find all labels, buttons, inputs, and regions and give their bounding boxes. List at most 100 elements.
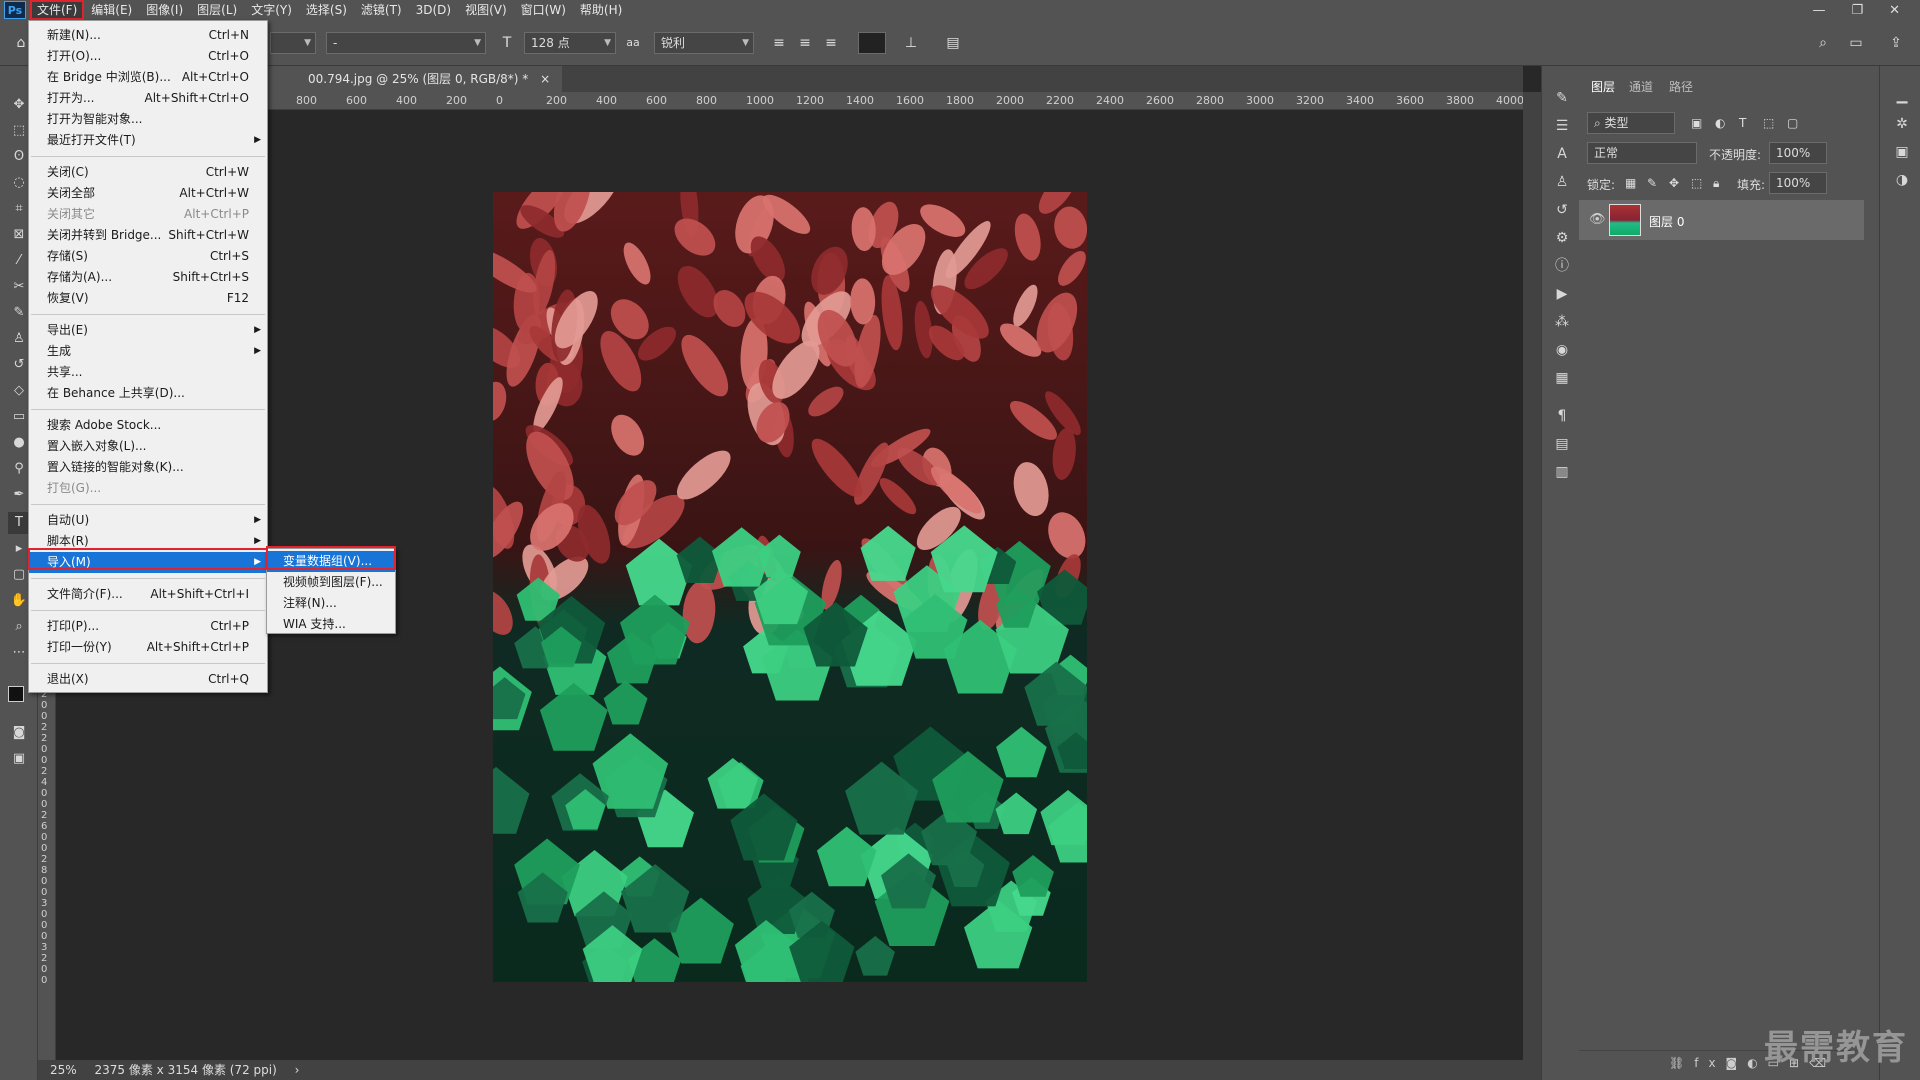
- warp-text-icon[interactable]: ⊥: [900, 32, 922, 54]
- heal-tool-icon[interactable]: ✂: [8, 276, 30, 298]
- blur-tool-icon[interactable]: ●: [8, 432, 30, 454]
- lock-position-icon[interactable]: ✥: [1669, 176, 1679, 190]
- file-menu-item[interactable]: 打包(G)...: [29, 478, 267, 499]
- status-menu-arrow[interactable]: ›: [295, 1063, 300, 1077]
- search-icon[interactable]: ⌕: [1812, 32, 1834, 54]
- blend-mode-select[interactable]: 正常: [1587, 142, 1697, 164]
- notes-icon[interactable]: ▥: [1552, 462, 1572, 482]
- eraser-tool-icon[interactable]: ◇: [8, 380, 30, 402]
- file-menu-item[interactable]: 生成 ▶: [29, 341, 267, 362]
- libraries-icon[interactable]: ▣: [1892, 142, 1912, 162]
- eyedropper-tool-icon[interactable]: ⁄: [8, 250, 30, 272]
- document-tab[interactable]: 00.794.jpg @ 25% (图层 0, RGB/8*) * ×: [268, 66, 563, 92]
- file-menu-item[interactable]: 最近打开文件(T) ▶: [29, 130, 267, 151]
- file-menu-item[interactable]: 文件简介(F)... Alt+Shift+Ctrl+I: [29, 584, 267, 605]
- frame-tool-icon[interactable]: ⊠: [8, 224, 30, 246]
- file-menu-item[interactable]: 打开为智能对象...: [29, 109, 267, 130]
- pen-tool-icon[interactable]: ✒: [8, 484, 30, 506]
- import-submenu-item[interactable]: 视频帧到图层(F)...: [267, 572, 395, 593]
- fill-field[interactable]: 100%: [1769, 172, 1827, 194]
- font-style-select[interactable]: - ▼: [326, 32, 486, 54]
- antialias-select[interactable]: 锐利 ▼: [654, 32, 754, 54]
- file-menu-item[interactable]: 导出(E) ▶: [29, 320, 267, 341]
- tab-layers[interactable]: 图层: [1591, 78, 1615, 95]
- filter-pixel-icon[interactable]: ▣: [1691, 116, 1702, 130]
- filter-shape-icon[interactable]: ⬚: [1763, 116, 1774, 130]
- file-menu-item[interactable]: 在 Bridge 中浏览(B)... Alt+Ctrl+O: [29, 67, 267, 88]
- dodge-tool-icon[interactable]: ⚲: [8, 458, 30, 480]
- file-menu-item[interactable]: 关闭(C) Ctrl+W: [29, 162, 267, 183]
- menu-layer[interactable]: 图层(L): [190, 0, 244, 20]
- path-select-tool-icon[interactable]: ▸: [8, 538, 30, 560]
- eye-icon[interactable]: 👁︎: [1589, 212, 1606, 227]
- document-image[interactable]: [493, 192, 1087, 982]
- glyphs-icon[interactable]: ▤: [1552, 434, 1572, 454]
- close-tab-icon[interactable]: ×: [540, 72, 550, 86]
- file-menu-item[interactable]: 打印一份(Y) Alt+Shift+Ctrl+P: [29, 637, 267, 658]
- character-panel-icon-2[interactable]: A: [1552, 144, 1572, 164]
- file-menu-item[interactable]: 恢复(V) F12: [29, 288, 267, 309]
- menu-image[interactable]: 图像(I): [139, 0, 190, 20]
- file-menu-item[interactable]: 共享...: [29, 362, 267, 383]
- stamp-tool-icon[interactable]: ♙: [8, 328, 30, 350]
- file-menu-item[interactable]: 存储(S) Ctrl+S: [29, 246, 267, 267]
- 3d-icon[interactable]: ◉: [1552, 340, 1572, 360]
- text-color-swatch[interactable]: [858, 32, 886, 54]
- adjustments-icon[interactable]: ◑: [1892, 170, 1912, 190]
- zoom-level[interactable]: 25%: [50, 1063, 77, 1077]
- file-menu-item[interactable]: 搜索 Adobe Stock...: [29, 415, 267, 436]
- file-menu-item[interactable]: 打印(P)... Ctrl+P: [29, 616, 267, 637]
- share-icon[interactable]: ⇪: [1885, 32, 1907, 54]
- info-icon[interactable]: ⓘ: [1552, 256, 1572, 276]
- brush-presets-icon[interactable]: ⁂: [1552, 312, 1572, 332]
- tab-paths[interactable]: 路径: [1669, 78, 1693, 95]
- file-menu-item[interactable]: 关闭其它 Alt+Ctrl+P: [29, 204, 267, 225]
- import-submenu-item[interactable]: WIA 支持...: [267, 614, 395, 635]
- align-left-icon[interactable]: ≡: [768, 32, 790, 54]
- vertical-scrollbar[interactable]: [1523, 92, 1541, 1080]
- file-menu-item[interactable]: 自动(U) ▶: [29, 510, 267, 531]
- zoom-tool-icon[interactable]: ⌕: [8, 616, 30, 638]
- restore-button[interactable]: ❐: [1851, 3, 1863, 18]
- quick-mask-icon[interactable]: ◙: [8, 722, 30, 744]
- workspace-icon[interactable]: ▭: [1845, 32, 1867, 54]
- opacity-field[interactable]: 100%: [1769, 142, 1827, 164]
- brush-tool-icon[interactable]: ✎: [8, 302, 30, 324]
- menu-3d[interactable]: 3D(D): [409, 0, 458, 20]
- file-menu-item[interactable]: 关闭全部 Alt+Ctrl+W: [29, 183, 267, 204]
- foreground-color-swatch[interactable]: [8, 686, 24, 702]
- layer-name[interactable]: 图层 0: [1649, 213, 1684, 230]
- adjust-panel-icon[interactable]: ☰: [1552, 116, 1572, 136]
- lock-artboard-icon[interactable]: ⬚: [1691, 176, 1702, 190]
- menu-view[interactable]: 视图(V): [458, 0, 514, 20]
- menu-help[interactable]: 帮助(H): [573, 0, 629, 20]
- tab-channels[interactable]: 通道: [1629, 78, 1653, 95]
- play-icon[interactable]: ▶: [1552, 284, 1572, 304]
- layer-row[interactable]: 👁︎ 图层 0: [1579, 200, 1864, 240]
- actions-icon[interactable]: ⚙: [1552, 228, 1572, 248]
- font-size-select[interactable]: 128 点 ▼: [524, 32, 616, 54]
- move-tool-icon[interactable]: ✥: [8, 94, 30, 116]
- lock-all-icon[interactable]: 🔒︎: [1713, 176, 1719, 191]
- histogram-icon[interactable]: ▁: [1892, 86, 1912, 106]
- quick-select-tool-icon[interactable]: ◌: [8, 172, 30, 194]
- minimize-button[interactable]: —: [1812, 3, 1825, 18]
- character-panel-icon[interactable]: ▤: [942, 32, 964, 54]
- marquee-tool-icon[interactable]: ⬚: [8, 120, 30, 142]
- brush-panel-icon[interactable]: ✎: [1552, 88, 1572, 108]
- file-menu-item[interactable]: 置入链接的智能对象(K)...: [29, 457, 267, 478]
- clone-source-icon[interactable]: ♙: [1552, 172, 1572, 192]
- navigator-icon[interactable]: ✲: [1892, 114, 1912, 134]
- shape-tool-icon[interactable]: ▢: [8, 564, 30, 586]
- filter-adjust-icon[interactable]: ◐: [1715, 116, 1725, 130]
- lock-transparent-icon[interactable]: ▦: [1625, 176, 1636, 190]
- history-icon[interactable]: ↺: [1552, 200, 1572, 220]
- close-window-button[interactable]: ✕: [1889, 3, 1900, 18]
- file-menu-item[interactable]: 退出(X) Ctrl+Q: [29, 669, 267, 690]
- file-menu-item[interactable]: 关闭并转到 Bridge... Shift+Ctrl+W: [29, 225, 267, 246]
- menu-select[interactable]: 选择(S): [299, 0, 354, 20]
- menu-filter[interactable]: 滤镜(T): [354, 0, 409, 20]
- table-icon[interactable]: ▦: [1552, 368, 1572, 388]
- import-submenu-item[interactable]: 注释(N)...: [267, 593, 395, 614]
- filter-smart-icon[interactable]: ▢: [1787, 116, 1798, 130]
